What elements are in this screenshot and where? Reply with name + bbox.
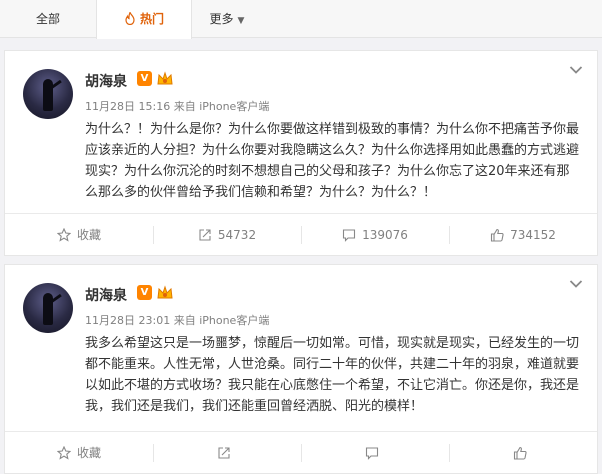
chevron-down-icon[interactable] bbox=[569, 65, 583, 75]
star-icon bbox=[56, 228, 71, 242]
post-source: 来自 iPhone客户端 bbox=[173, 314, 270, 327]
post-meta: 11月28日 23:01 来自 iPhone客户端 bbox=[85, 312, 269, 328]
repost-icon bbox=[199, 229, 211, 241]
thumbs-up-icon bbox=[491, 228, 504, 242]
verified-badge-icon: V bbox=[137, 285, 152, 300]
post-text: 我多么希望这只是一场噩梦，惊醒后一切如常。可惜，现实就是现实，已经发生的一切都不… bbox=[85, 336, 580, 414]
tab-more-label: 更多 bbox=[209, 12, 234, 26]
favorite-label: 收藏 bbox=[76, 446, 101, 460]
post-time[interactable]: 11月28日 15:16 bbox=[85, 100, 170, 113]
post-source: 来自 iPhone客户端 bbox=[173, 100, 270, 113]
comment-count: 139076 bbox=[362, 228, 408, 242]
tab-more[interactable]: 更多 ▼ bbox=[192, 0, 262, 38]
weibo-post: 胡海泉 V 11月28日 23:01 来自 iPhone客户端 我多么希望这只是… bbox=[4, 264, 598, 474]
comment-icon bbox=[365, 447, 379, 460]
post-actions: 收藏 54732 139076 734152 bbox=[5, 213, 597, 255]
post-time[interactable]: 11月28日 23:01 bbox=[85, 314, 170, 327]
avatar-figure bbox=[43, 293, 53, 325]
comment-icon bbox=[343, 229, 356, 242]
author-name[interactable]: 胡海泉 bbox=[85, 71, 127, 91]
repost-button[interactable]: 54732 bbox=[153, 214, 301, 256]
star-icon bbox=[56, 446, 71, 460]
post-meta: 11月28日 15:16 来自 iPhone客户端 bbox=[85, 98, 269, 114]
like-count: 734152 bbox=[510, 228, 556, 242]
repost-icon bbox=[218, 447, 230, 459]
tab-all[interactable]: 全部 bbox=[0, 0, 96, 38]
avatar-figure bbox=[43, 79, 53, 111]
verified-badge-icon: V bbox=[137, 71, 152, 86]
comment-button[interactable]: 139076 bbox=[301, 214, 449, 256]
post-text: 为什么？！为什么是你？为什么你要做这样错到极致的事情？为什么你不把痛苦予你最应该… bbox=[85, 122, 580, 200]
tab-hot-label: 热门 bbox=[139, 12, 164, 26]
tab-all-label: 全部 bbox=[35, 12, 60, 26]
feed-tabs: 全部 热门 更多 ▼ bbox=[0, 0, 602, 39]
tab-hot[interactable]: 热门 bbox=[96, 0, 192, 39]
favorite-label: 收藏 bbox=[76, 228, 101, 242]
weibo-post: 胡海泉 V 11月28日 15:16 来自 iPhone客户端 为什么？！为什么… bbox=[4, 50, 598, 256]
avatar[interactable] bbox=[23, 69, 73, 119]
avatar[interactable] bbox=[23, 283, 73, 333]
like-button[interactable]: 734152 bbox=[449, 214, 597, 256]
chevron-down-icon: ▼ bbox=[237, 16, 245, 26]
repost-count: 54732 bbox=[217, 228, 257, 242]
thumbs-up-icon bbox=[513, 446, 527, 460]
author-name[interactable]: 胡海泉 bbox=[85, 285, 127, 305]
vip-crown-icon bbox=[157, 285, 173, 299]
favorite-button[interactable]: 收藏 bbox=[5, 214, 153, 256]
fire-icon bbox=[125, 12, 135, 25]
post-actions: 收藏 bbox=[5, 431, 597, 473]
chevron-down-icon[interactable] bbox=[569, 279, 583, 289]
vip-crown-icon bbox=[157, 71, 173, 85]
